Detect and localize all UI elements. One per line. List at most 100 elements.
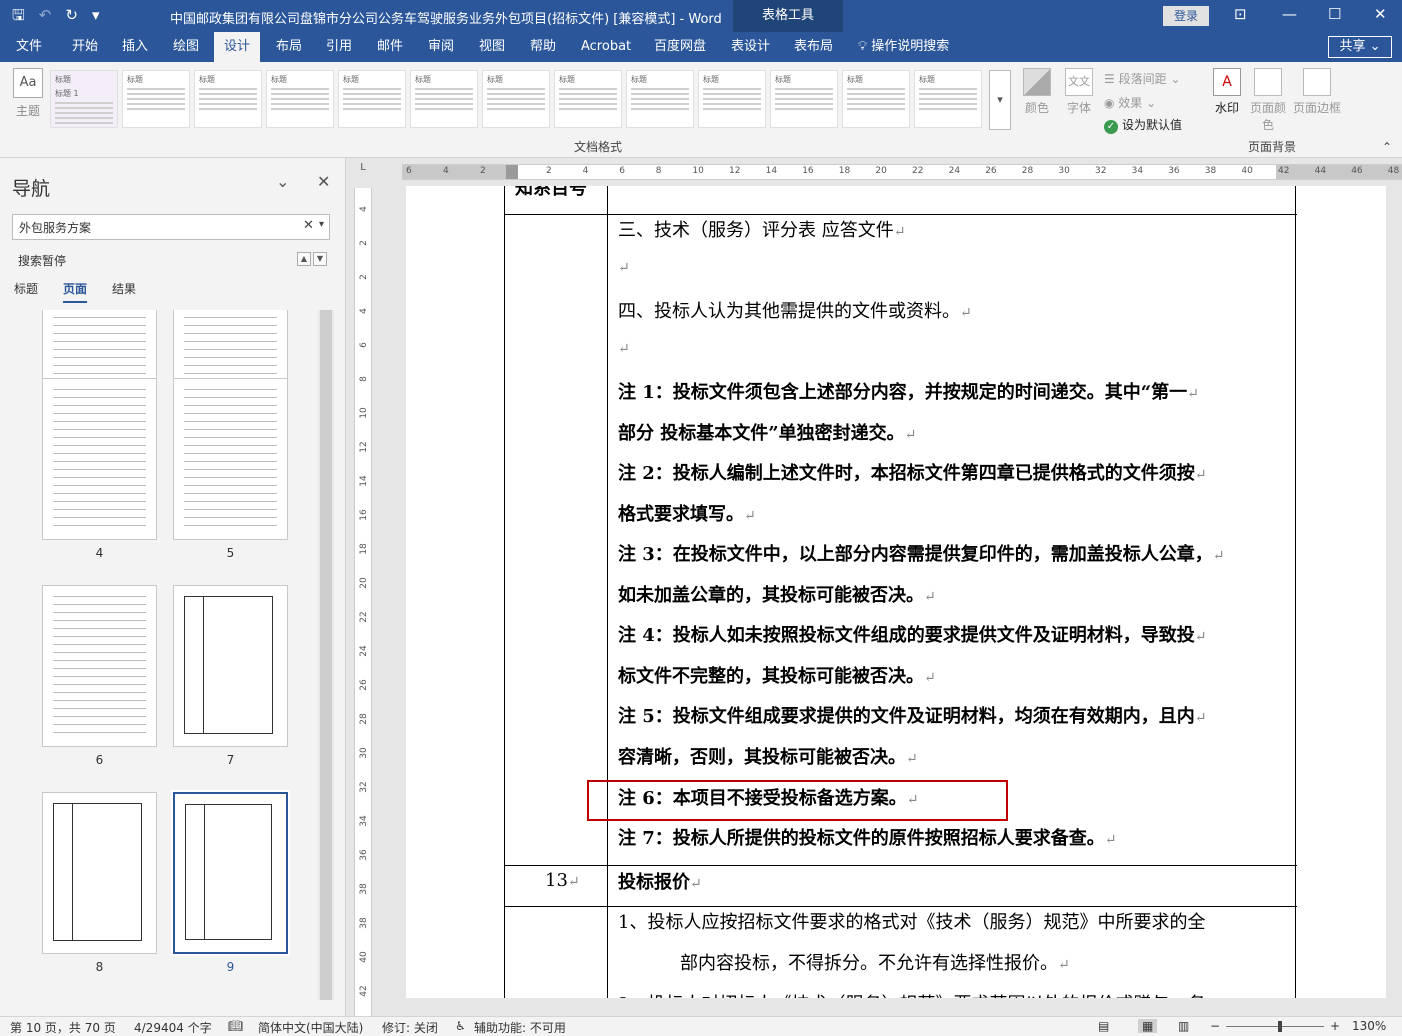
tab-references[interactable]: 引用 [326,32,352,62]
tab-home[interactable]: 开始 [72,32,98,62]
document-scrollbar[interactable] [1386,186,1402,998]
fonts-button[interactable]: 文文 字体 [1064,68,1094,116]
page-thumbnail[interactable] [42,792,157,954]
document-paragraph[interactable]: 如未加盖公章的，其投标可能被否决。↵ [618,581,936,607]
page-thumbnail[interactable] [173,585,288,747]
tab-selector[interactable]: L [352,162,374,180]
watermark-button[interactable]: A 水印 [1212,68,1242,116]
previous-result-icon[interactable]: ▲ [297,252,311,266]
restore-icon[interactable]: ☐ [1328,5,1341,23]
tab-file[interactable]: 文件 [16,32,42,62]
tab-table-design[interactable]: 表设计 [731,32,770,62]
login-button[interactable]: 登录 [1163,6,1209,26]
document-paragraph[interactable]: ↵ [618,256,630,277]
redo-icon[interactable]: ↻ [65,5,78,25]
effects-button[interactable]: ◉ 效果 ⌄ [1104,94,1156,111]
document-paragraph[interactable]: 注 1：投标文件须包含上述部分内容，并按规定的时间递交。其中“第一↵ [618,378,1199,404]
row-title[interactable]: 投标报价↵ [618,868,702,894]
zoom-level[interactable]: 130% [1352,1019,1386,1033]
word-count[interactable]: 4/29404 个字 [134,1019,212,1036]
next-result-icon[interactable]: ▼ [313,252,327,266]
nav-options-icon[interactable]: ⌄ [276,172,289,191]
document-paragraph[interactable]: ↵ [618,337,630,358]
style-set-thumbnail[interactable]: 标题 标题 1 [50,70,118,128]
tab-layout[interactable]: 布局 [276,32,302,62]
document-paragraph[interactable]: 三、技术（服务）评分表 应答文件↵ [618,216,905,242]
page-thumbnail[interactable] [171,790,290,956]
style-set-thumbnail[interactable]: 标题 [626,70,694,128]
style-set-thumbnail[interactable]: 标题 [770,70,838,128]
page-borders-button[interactable]: 页面边框 [1292,68,1342,116]
print-layout-icon[interactable]: ▦ [1138,1019,1158,1033]
read-mode-icon[interactable]: ▤ [1098,1019,1109,1033]
track-changes-status[interactable]: 修订: 关闭 [382,1019,438,1036]
minimize-icon[interactable]: — [1282,5,1297,23]
tab-baidu-netdisk[interactable]: 百度网盘 [654,32,706,62]
page-count[interactable]: 第 10 页，共 70 页 [10,1019,116,1036]
document-paragraph[interactable]: 格式要求填写。↵ [618,500,756,526]
clear-search-icon[interactable]: ✕ [303,218,314,233]
document-page[interactable]: 知系百号 13↵ 三、技术（服务）评分表 应答文件↵ ↵ 四、投标人认为其他需提供的… [406,186,1386,998]
tab-draw[interactable]: 绘图 [173,32,199,62]
ruler-column-marker[interactable] [506,165,518,179]
zoom-slider[interactable] [1226,1026,1324,1027]
tab-review[interactable]: 审阅 [428,32,454,62]
style-set-thumbnail[interactable]: 标题 [410,70,478,128]
zoom-out-button[interactable]: − [1210,1019,1220,1033]
document-paragraph[interactable]: 注 7：投标人所提供的投标文件的原件按照招标人要求备查。↵ [618,824,1117,850]
colors-button[interactable]: 颜色 [1022,68,1052,116]
tell-me-search[interactable]: 💡︎ 操作说明搜索 [858,32,949,62]
thumbnail-scroll-thumb[interactable] [320,310,332,1000]
save-icon[interactable]: 🖫 [12,5,25,25]
zoom-in-button[interactable]: + [1330,1019,1340,1033]
document-paragraph[interactable]: 注 2：投标人编制上述文件时，本招标文件第四章已提供格式的文件须按↵ [618,459,1207,485]
document-paragraph[interactable]: 注 3：在投标文件中，以上部分内容需提供复印件的，需加盖投标人公章，↵ [618,540,1225,566]
undo-icon[interactable]: ↶ [39,5,52,25]
document-paragraph[interactable]: 2、投标人对招标人《技术（服务）规范》要求范围以外的报价或赠与，务 [618,990,1205,998]
collapse-ribbon-icon[interactable]: ⌃ [1382,140,1392,154]
document-paragraph[interactable]: 标文件不完整的，其投标可能被否决。↵ [618,662,936,688]
tab-table-layout[interactable]: 表布局 [794,32,833,62]
style-set-thumbnail[interactable]: 标题 [338,70,406,128]
style-set-thumbnail[interactable]: 标题 [914,70,982,128]
document-paragraph[interactable]: 部分 投标基本文件”单独密封递交。↵ [618,419,916,445]
nav-tab-pages[interactable]: 页面 [63,280,88,303]
page-color-button[interactable]: 页面颜色 [1248,68,1288,133]
thumbnail-scrollbar[interactable] [318,310,334,1000]
tab-view[interactable]: 视图 [479,32,505,62]
paragraph-spacing-button[interactable]: ☰ 段落间距 ⌄ [1104,70,1180,87]
zoom-slider-handle[interactable] [1277,1021,1282,1032]
style-set-thumbnail[interactable]: 标题 [842,70,910,128]
customize-qat-icon[interactable]: ▾ [92,5,100,25]
document-paragraph[interactable]: 1、投标人应按招标文件要求的格式对《技术（服务）规范》中所要求的全 [618,908,1205,934]
vertical-ruler[interactable]: 4 2 2 4 6 8 10 12 14 16 18 20 22 24 26 28 30 32 34 36 38 38 40… [354,188,372,1016]
nav-search-input[interactable] [13,215,283,239]
gallery-more-icon[interactable]: ▾ [989,70,1011,130]
page-thumbnail[interactable] [42,585,157,747]
document-paragraph[interactable]: 注 4：投标人如未按照投标文件组成的要求提供文件及证明材料，导致投↵ [618,621,1207,647]
document-paragraph[interactable]: 容清晰，否则，其投标可能被否决。↵ [618,743,918,769]
style-set-thumbnail[interactable]: 标题 [122,70,190,128]
document-paragraph[interactable]: 四、投标人认为其他需提供的文件或资料。↵ [618,297,972,323]
tab-design[interactable]: 设计 [214,32,261,62]
tab-insert[interactable]: 插入 [122,32,148,62]
page-thumbnail[interactable] [173,378,288,540]
tab-acrobat[interactable]: Acrobat [581,32,631,62]
style-set-thumbnail[interactable]: 标题 [266,70,334,128]
themes-button[interactable]: Aa 主题 [10,68,46,119]
tab-help[interactable]: 帮助 [530,32,556,62]
page-thumbnail[interactable] [42,378,157,540]
nav-tab-headings[interactable]: 标题 [14,280,38,297]
document-paragraph[interactable]: 部内容投标，不得拆分。不允许有选择性报价。↵ [680,949,1070,975]
share-button[interactable]: 共享 ⌄ [1328,36,1392,58]
nav-close-icon[interactable]: ✕ [317,172,330,191]
horizontal-ruler[interactable]: 6 4 2 2 4 6 8 10 12 14 16 18 20 22 24 26 28 30 32 34 36 38 40 4… [402,164,1402,180]
style-set-thumbnail[interactable]: 标题 [482,70,550,128]
style-set-thumbnail[interactable]: 标题 [194,70,262,128]
web-layout-icon[interactable]: ▥ [1178,1019,1189,1033]
style-set-thumbnail[interactable]: 标题 [698,70,766,128]
style-set-thumbnail[interactable]: 标题 [554,70,622,128]
nav-tab-results[interactable]: 结果 [112,280,136,297]
set-as-default-button[interactable]: ✓ 设为默认值 [1104,116,1182,134]
search-options-icon[interactable]: ▾ [319,219,324,230]
